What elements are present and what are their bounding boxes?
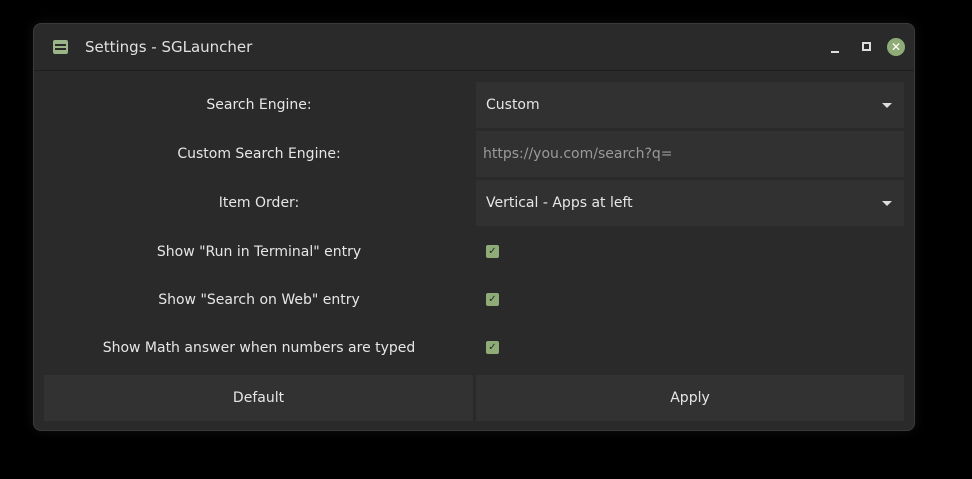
math-answer-checkbox[interactable]: ✓ (486, 341, 499, 354)
chevron-down-icon (882, 103, 892, 108)
chevron-down-icon (882, 201, 892, 206)
minimize-button[interactable] (831, 51, 839, 53)
custom-search-label: Custom Search Engine: (177, 146, 341, 162)
search-engine-label: Search Engine: (206, 97, 312, 113)
item-order-row: Item Order: Vertical - Apps at left (44, 180, 906, 226)
window-title: Settings - SGLauncher (85, 38, 253, 56)
run-terminal-checkbox[interactable]: ✓ (486, 245, 499, 258)
item-order-value: Vertical - Apps at left (486, 195, 633, 211)
search-engine-dropdown[interactable]: Custom (476, 82, 904, 128)
search-web-label: Show "Search on Web" entry (158, 292, 360, 308)
apply-button[interactable]: Apply (476, 375, 904, 421)
run-terminal-label: Show "Run in Terminal" entry (156, 244, 362, 260)
app-list-icon (53, 40, 68, 54)
settings-window: Settings - SGLauncher ✕ Search Engine: C… (33, 23, 915, 431)
search-engine-row: Search Engine: Custom (44, 82, 906, 128)
maximize-button[interactable] (862, 42, 871, 51)
search-web-row: Show "Search on Web" entry ✓ (44, 277, 906, 323)
search-engine-value: Custom (486, 97, 540, 113)
custom-search-row: Custom Search Engine: https://you.com/se… (44, 131, 906, 177)
item-order-label: Item Order: (218, 195, 300, 211)
search-web-checkbox[interactable]: ✓ (486, 293, 499, 306)
default-button[interactable]: Default (44, 375, 473, 421)
run-terminal-row: Show "Run in Terminal" entry ✓ (44, 229, 906, 275)
custom-search-input[interactable]: https://you.com/search?q= (476, 131, 904, 177)
title-bar: Settings - SGLauncher ✕ (34, 24, 914, 71)
math-answer-label: Show Math answer when numbers are typed (102, 340, 416, 356)
math-answer-row: Show Math answer when numbers are typed … (44, 325, 906, 371)
close-button[interactable]: ✕ (887, 38, 905, 56)
item-order-dropdown[interactable]: Vertical - Apps at left (476, 180, 904, 226)
